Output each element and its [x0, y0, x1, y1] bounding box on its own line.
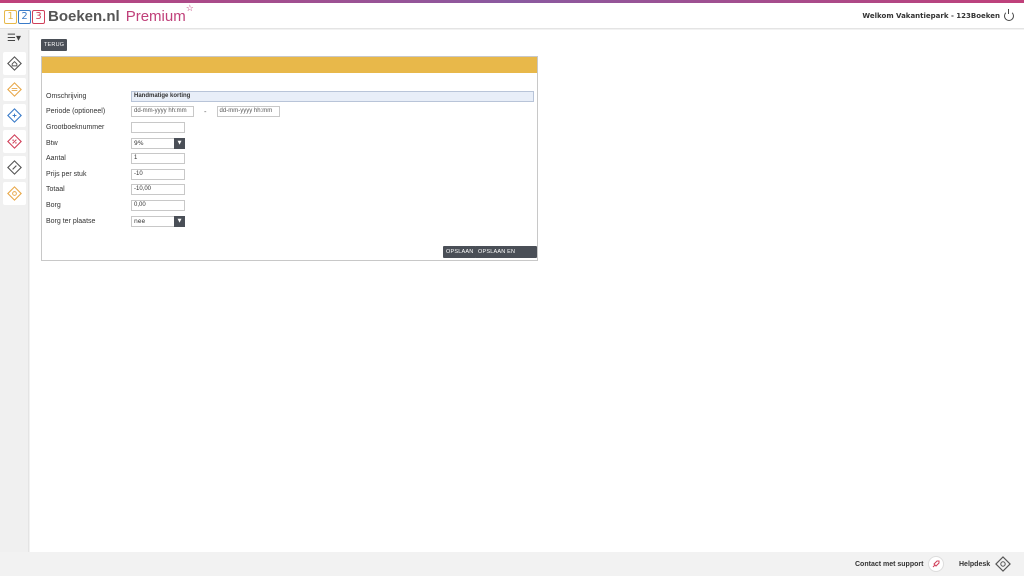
omschrijving-input[interactable]: Handmatige korting — [131, 91, 534, 102]
helpdesk-link[interactable]: Helpdesk — [959, 556, 1012, 572]
ticket-icon — [7, 160, 22, 175]
prijs-input[interactable]: -10 — [131, 169, 185, 180]
star-icon: ☆ — [185, 3, 194, 13]
contact-support-label: Contact met support — [855, 560, 924, 568]
header: 1 2 3 Boeken.nl Premium☆ Welkom Vakantie… — [0, 3, 1024, 29]
helpdesk-label: Helpdesk — [959, 560, 991, 568]
aantal-label: Aantal — [46, 155, 66, 162]
omschrijving-label: Omschrijving — [46, 93, 87, 100]
logo-premium-label: Premium — [125, 8, 186, 25]
totaal-input[interactable]: -10,00 — [131, 184, 185, 195]
footer: Contact met support Helpdesk — [0, 552, 1024, 576]
row-grootboeknummer: Grootboeknummer — [46, 121, 185, 134]
row-totaal: Totaal -10,00 — [46, 183, 185, 196]
row-periode: Periode (optioneel) dd-mm-yyyy hh:mm - d… — [46, 105, 280, 118]
home-icon — [7, 56, 22, 71]
form-panel: Omschrijving Handmatige korting Periode … — [41, 56, 538, 267]
row-omschrijving: Omschrijving Handmatige korting — [46, 90, 534, 103]
bed-icon — [7, 82, 22, 97]
logo[interactable]: 1 2 3 Boeken.nl Premium☆ — [4, 3, 194, 25]
row-borg-ter-plaatse: Borg ter plaatse nee ▼ — [46, 215, 185, 228]
logo-premium: Premium☆ — [125, 3, 194, 25]
rocket-icon — [928, 556, 945, 572]
aantal-input[interactable]: 1 — [131, 153, 185, 164]
periode-to-input[interactable]: dd-mm-yyyy hh:mm — [216, 106, 280, 117]
menu-toggle-icon[interactable]: ☰▾ — [3, 32, 25, 46]
contact-support-link[interactable]: Contact met support — [855, 556, 945, 572]
sidebar-item-accommodations[interactable] — [3, 78, 26, 101]
lifebuoy-icon — [995, 556, 1012, 572]
btw-label: Btw — [46, 140, 58, 147]
panel-header — [42, 57, 537, 73]
btw-select[interactable]: 9% ▼ — [131, 138, 185, 149]
sidebar-item-tickets[interactable] — [3, 156, 26, 179]
sidebar-item-settings[interactable] — [3, 182, 26, 205]
logo-digit-2: 2 — [18, 9, 31, 24]
btw-select-value: 9% — [131, 138, 174, 149]
save-and-back-button[interactable]: OPSLAAN EN TERUG — [475, 246, 537, 267]
welcome-user: Welkom Vakantiepark - 123Boeken — [862, 9, 1014, 21]
back-button[interactable]: TERUG — [41, 39, 68, 51]
periode-label: Periode (optioneel) — [46, 108, 106, 115]
sidebar-item-reservations[interactable] — [3, 104, 26, 127]
row-borg: Borg 0,00 — [46, 199, 185, 212]
row-prijs: Prijs per stuk -10 — [46, 168, 185, 181]
percent-icon — [7, 134, 22, 149]
borg-ter-plaatse-label: Borg ter plaatse — [46, 218, 96, 225]
save-button[interactable]: OPSLAAN — [443, 246, 477, 258]
power-icon[interactable] — [1004, 9, 1014, 21]
sidebar: ☰▾ — [0, 30, 29, 552]
totaal-label: Totaal — [46, 186, 65, 193]
chevron-down-icon: ▼ — [174, 216, 185, 227]
borg-ter-plaatse-value: nee — [131, 216, 174, 227]
settings-icon — [7, 186, 22, 201]
row-btw: Btw 9% ▼ — [46, 137, 185, 150]
borg-ter-plaatse-select[interactable]: nee ▼ — [131, 216, 185, 227]
grootboeknummer-label: Grootboeknummer — [46, 124, 105, 131]
borg-input[interactable]: 0,00 — [131, 200, 185, 211]
logo-digit-3: 3 — [32, 9, 45, 24]
logo-text: Boeken.nl — [48, 8, 120, 25]
grootboeknummer-input[interactable] — [131, 122, 185, 133]
prijs-label: Prijs per stuk — [46, 171, 87, 178]
chevron-down-icon: ▼ — [174, 138, 185, 149]
row-aantal: Aantal 1 — [46, 152, 185, 165]
periode-from-input[interactable]: dd-mm-yyyy hh:mm — [131, 106, 194, 117]
logo-digit-1: 1 — [4, 9, 17, 24]
periode-separator: - — [204, 107, 207, 116]
sidebar-item-discounts[interactable] — [3, 130, 26, 153]
sidebar-item-home[interactable] — [3, 52, 26, 75]
calendar-icon — [7, 108, 22, 123]
borg-label: Borg — [46, 202, 61, 209]
welcome-text: Welkom Vakantiepark - 123Boeken — [862, 12, 1000, 20]
main-content: TERUG Omschrijving Handmatige korting Pe… — [30, 30, 1024, 552]
